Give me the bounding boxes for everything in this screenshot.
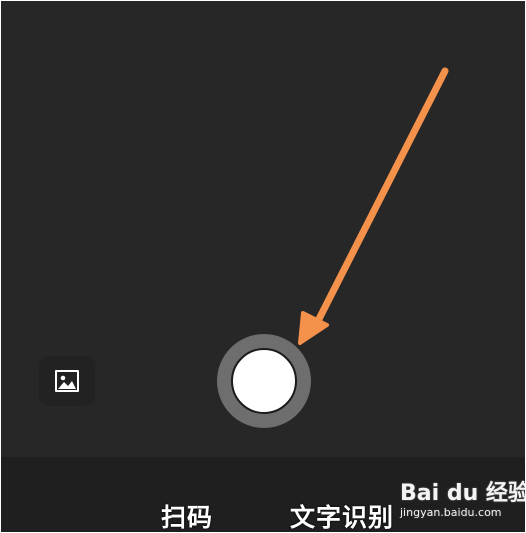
image-icon bbox=[55, 370, 79, 392]
watermark: Bai du 经验 jingyan.baidu.com bbox=[398, 475, 525, 523]
tab-scan[interactable]: 扫码 bbox=[161, 498, 213, 532]
tab-text-recognition[interactable]: 文字识别 bbox=[290, 498, 394, 532]
camera-screen: 扫码 文字识别 Bai du 经验 jingyan.baidu.com bbox=[1, 1, 525, 532]
shutter-button[interactable] bbox=[217, 334, 311, 428]
watermark-logo: Bai du 经验 bbox=[400, 481, 525, 506]
gallery-button[interactable] bbox=[39, 356, 95, 406]
watermark-url: jingyan.baidu.com bbox=[400, 506, 502, 519]
shutter-inner-circle bbox=[231, 348, 297, 414]
